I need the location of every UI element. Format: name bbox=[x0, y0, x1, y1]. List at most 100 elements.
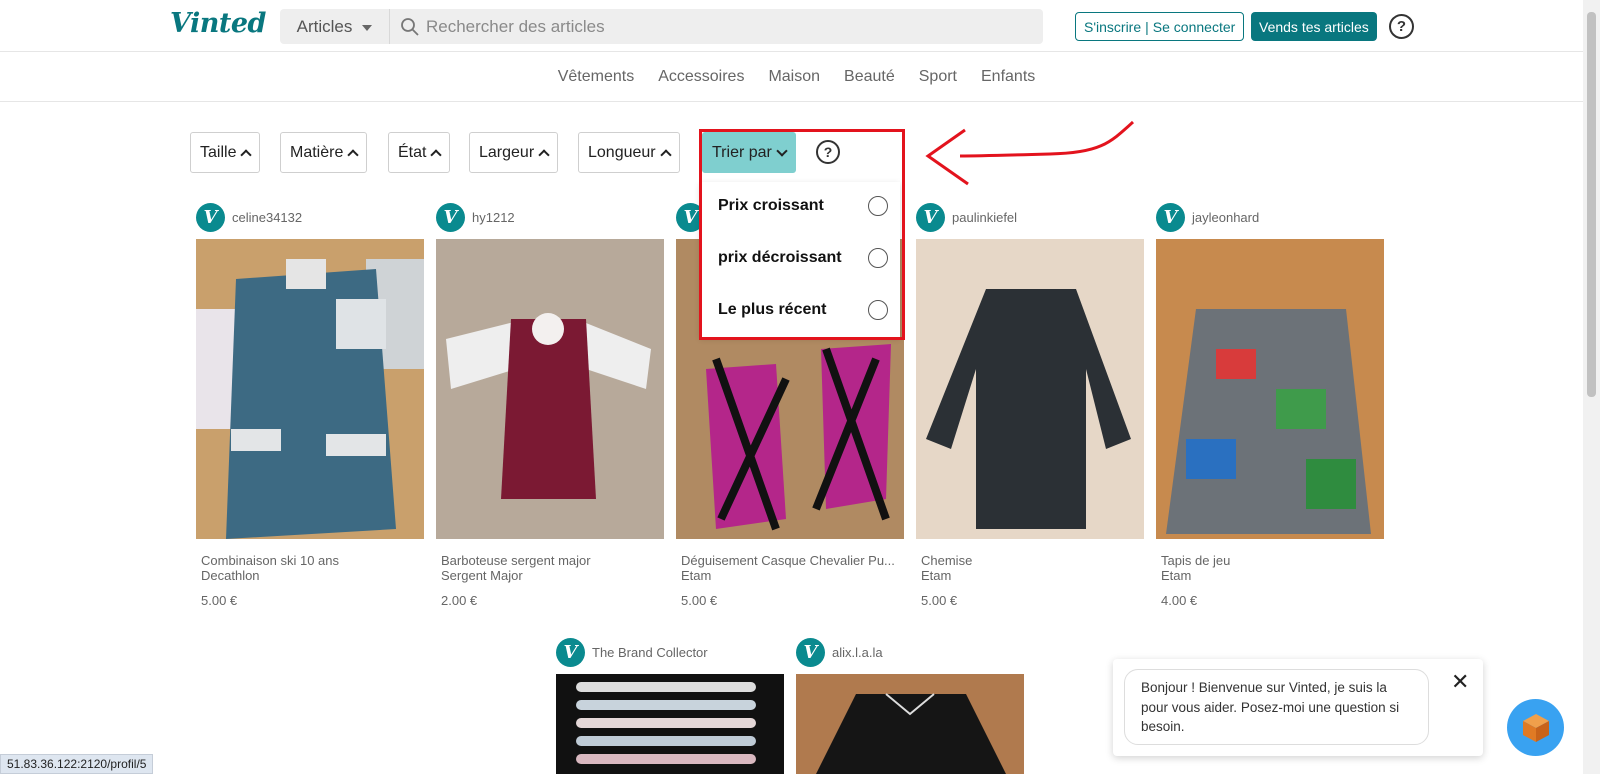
seller-username[interactable]: celine34132 bbox=[232, 210, 302, 225]
seller-username[interactable]: jayleonhard bbox=[1192, 210, 1259, 225]
item-title[interactable]: Déguisement Casque Chevalier Pu... bbox=[681, 553, 901, 568]
chevron-up-icon bbox=[347, 148, 360, 161]
item-price: 5.00 € bbox=[681, 593, 718, 608]
vinted-logo[interactable]: Vinted bbox=[170, 8, 266, 39]
seller-row[interactable]: V paulinkiefel bbox=[916, 202, 1144, 232]
item-title[interactable]: Tapis de jeu bbox=[1161, 553, 1381, 568]
avatar[interactable]: V bbox=[196, 202, 225, 232]
chat-popup: Bonjour ! Bienvenue sur Vinted, je suis … bbox=[1113, 659, 1483, 756]
filter-matiere[interactable]: Matière bbox=[280, 132, 368, 173]
page-scrollbar[interactable] bbox=[1583, 0, 1600, 774]
category-nav: Vêtements Accessoires Maison Beauté Spor… bbox=[0, 52, 1583, 102]
help-icon[interactable]: ? bbox=[1389, 14, 1414, 39]
seller-username[interactable]: hy1212 bbox=[472, 210, 515, 225]
item-title[interactable]: Combinaison ski 10 ans bbox=[201, 553, 421, 568]
chevron-down-icon bbox=[776, 145, 788, 157]
radio-button[interactable] bbox=[868, 300, 888, 320]
filter-label: Taille bbox=[200, 143, 237, 161]
annotation-arrow-icon bbox=[925, 120, 1135, 186]
item-card[interactable]: V jayleonhard Tapis de jeu Etam 4.00 € bbox=[1156, 202, 1384, 608]
avatar[interactable]: V bbox=[916, 202, 945, 232]
avatar[interactable]: V bbox=[556, 637, 585, 667]
item-card[interactable]: V paulinkiefel Chemise Etam 5.00 € bbox=[916, 202, 1144, 608]
item-brand: Sergent Major bbox=[441, 568, 523, 583]
item-card[interactable]: V hy1212 Barboteuse sergent major Sergen… bbox=[436, 202, 664, 608]
sort-option-price-asc[interactable]: Prix croissant bbox=[718, 196, 888, 216]
item-photo[interactable] bbox=[196, 239, 424, 539]
chevron-up-icon bbox=[659, 148, 672, 161]
search-bar: Articles bbox=[280, 9, 1043, 44]
nav-item-maison[interactable]: Maison bbox=[768, 68, 820, 86]
scrollbar-thumb[interactable] bbox=[1587, 12, 1596, 397]
nav-item-enfants[interactable]: Enfants bbox=[981, 68, 1035, 86]
item-photo[interactable] bbox=[1156, 239, 1384, 539]
nav-item-accessoires[interactable]: Accessoires bbox=[658, 68, 744, 86]
filter-label: État bbox=[398, 143, 427, 161]
sort-option-price-desc[interactable]: prix décroissant bbox=[718, 248, 888, 268]
status-bar-url: 51.83.36.122:2120/profil/5 bbox=[0, 754, 154, 774]
item-title[interactable]: Chemise bbox=[921, 553, 1141, 568]
search-icon bbox=[401, 18, 419, 36]
chevron-up-icon bbox=[538, 148, 550, 161]
category-select[interactable]: Articles bbox=[280, 9, 390, 44]
signup-link[interactable]: S'inscrire bbox=[1084, 19, 1141, 35]
sort-option-label: Prix croissant bbox=[718, 197, 824, 214]
seller-row[interactable]: V celine34132 bbox=[196, 202, 424, 232]
filter-etat[interactable]: État bbox=[388, 132, 451, 173]
avatar[interactable]: V bbox=[796, 637, 825, 667]
chatbot-button[interactable] bbox=[1507, 699, 1564, 756]
sell-items-button[interactable]: Vends tes articles bbox=[1251, 12, 1377, 41]
seller-username[interactable]: paulinkiefel bbox=[952, 210, 1017, 225]
item-photo[interactable] bbox=[436, 239, 664, 539]
filter-largeur[interactable]: Largeur bbox=[469, 132, 559, 173]
cube-icon bbox=[1522, 713, 1549, 742]
filter-longueur[interactable]: Longueur bbox=[578, 132, 680, 173]
chat-message: Bonjour ! Bienvenue sur Vinted, je suis … bbox=[1124, 669, 1429, 745]
filter-label: Longueur bbox=[588, 143, 656, 161]
sort-help-icon[interactable]: ? bbox=[816, 140, 840, 164]
sort-dropdown: Prix croissant prix décroissant Le plus … bbox=[700, 182, 900, 337]
seller-row[interactable]: V The Brand Collector bbox=[556, 637, 784, 667]
seller-username[interactable]: alix.l.a.la bbox=[832, 645, 883, 660]
chevron-up-icon bbox=[240, 148, 253, 161]
item-photo[interactable] bbox=[556, 674, 784, 774]
nav-item-vetements[interactable]: Vêtements bbox=[558, 68, 634, 86]
radio-button[interactable] bbox=[868, 248, 888, 268]
avatar[interactable]: V bbox=[436, 202, 465, 232]
filter-taille[interactable]: Taille bbox=[190, 132, 261, 173]
seller-row[interactable]: V jayleonhard bbox=[1156, 202, 1384, 232]
item-photo[interactable] bbox=[916, 239, 1144, 539]
filter-label: Matière bbox=[290, 143, 344, 161]
item-price: 5.00 € bbox=[921, 593, 958, 608]
item-price: 5.00 € bbox=[201, 593, 238, 608]
category-select-label: Articles bbox=[296, 16, 353, 36]
item-card[interactable]: V The Brand Collector bbox=[556, 637, 784, 774]
close-icon[interactable]: ✕ bbox=[1451, 669, 1469, 695]
item-brand: Etam bbox=[681, 568, 712, 583]
sort-option-label: Le plus récent bbox=[718, 301, 827, 318]
caret-down-icon bbox=[362, 24, 373, 31]
signup-login-button[interactable]: S'inscrire | Se connecter bbox=[1075, 12, 1245, 41]
nav-item-beaute[interactable]: Beauté bbox=[844, 68, 895, 86]
search-input[interactable] bbox=[426, 9, 1026, 44]
sort-by-button[interactable]: Trier par bbox=[702, 132, 796, 173]
seller-row[interactable]: V alix.l.a.la bbox=[796, 637, 1024, 667]
top-header: Vinted Articles S'inscrire | Se connecte… bbox=[0, 0, 1583, 52]
item-photo[interactable] bbox=[796, 674, 1024, 774]
seller-row[interactable]: V hy1212 bbox=[436, 202, 664, 232]
item-brand: Decathlon bbox=[201, 568, 260, 583]
sort-option-newest[interactable]: Le plus récent bbox=[718, 300, 888, 320]
item-price: 2.00 € bbox=[441, 593, 478, 608]
item-price: 4.00 € bbox=[1161, 593, 1198, 608]
sort-by-label: Trier par bbox=[712, 143, 772, 161]
chevron-up-icon bbox=[430, 148, 443, 161]
item-card[interactable]: V alix.l.a.la bbox=[796, 637, 1024, 774]
avatar[interactable]: V bbox=[1156, 202, 1185, 232]
radio-button[interactable] bbox=[868, 196, 888, 216]
item-card[interactable]: V celine34132 Combinaison ski 10 ans Dec… bbox=[196, 202, 424, 608]
nav-item-sport[interactable]: Sport bbox=[919, 68, 957, 86]
login-link[interactable]: Se connecter bbox=[1153, 19, 1236, 35]
item-title[interactable]: Barboteuse sergent major bbox=[441, 553, 661, 568]
item-brand: Etam bbox=[921, 568, 952, 583]
seller-username[interactable]: The Brand Collector bbox=[592, 645, 708, 660]
